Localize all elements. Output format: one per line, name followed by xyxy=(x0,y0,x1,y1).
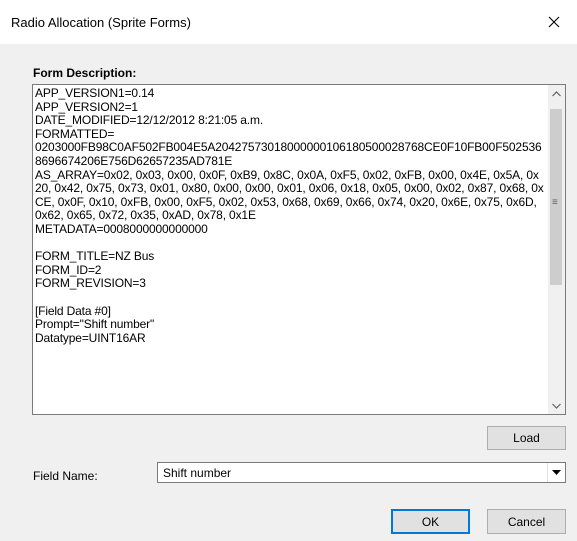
ok-button[interactable]: OK xyxy=(391,509,470,534)
scrollbar-grip-icon: ≡ xyxy=(552,197,558,208)
title-bar: Radio Allocation (Sprite Forms) xyxy=(0,0,577,44)
field-name-dropdown-button[interactable] xyxy=(547,463,565,482)
chevron-down-icon xyxy=(552,469,561,475)
form-description-textbox[interactable]: APP_VERSION1=0.14 APP_VERSION2=1 DATE_MO… xyxy=(32,84,566,415)
form-description-text[interactable]: APP_VERSION1=0.14 APP_VERSION2=1 DATE_MO… xyxy=(35,87,545,412)
load-button[interactable]: Load xyxy=(487,426,566,450)
chevron-up-icon xyxy=(552,90,561,96)
form-description-label: Form Description: xyxy=(33,66,137,80)
scroll-down-button[interactable] xyxy=(548,397,565,414)
chevron-down-icon xyxy=(552,403,561,409)
close-button[interactable] xyxy=(531,0,577,44)
dialog-window: Radio Allocation (Sprite Forms) Form Des… xyxy=(0,0,577,541)
cancel-button[interactable]: Cancel xyxy=(487,509,566,534)
close-icon xyxy=(548,16,560,28)
vertical-scrollbar[interactable]: ≡ xyxy=(548,85,565,414)
field-name-selected-value: Shift number xyxy=(163,466,232,480)
field-name-select[interactable]: Shift number xyxy=(157,462,566,483)
dialog-title: Radio Allocation (Sprite Forms) xyxy=(11,15,191,30)
scroll-up-button[interactable] xyxy=(548,85,565,102)
field-name-label: Field Name: xyxy=(33,469,98,483)
